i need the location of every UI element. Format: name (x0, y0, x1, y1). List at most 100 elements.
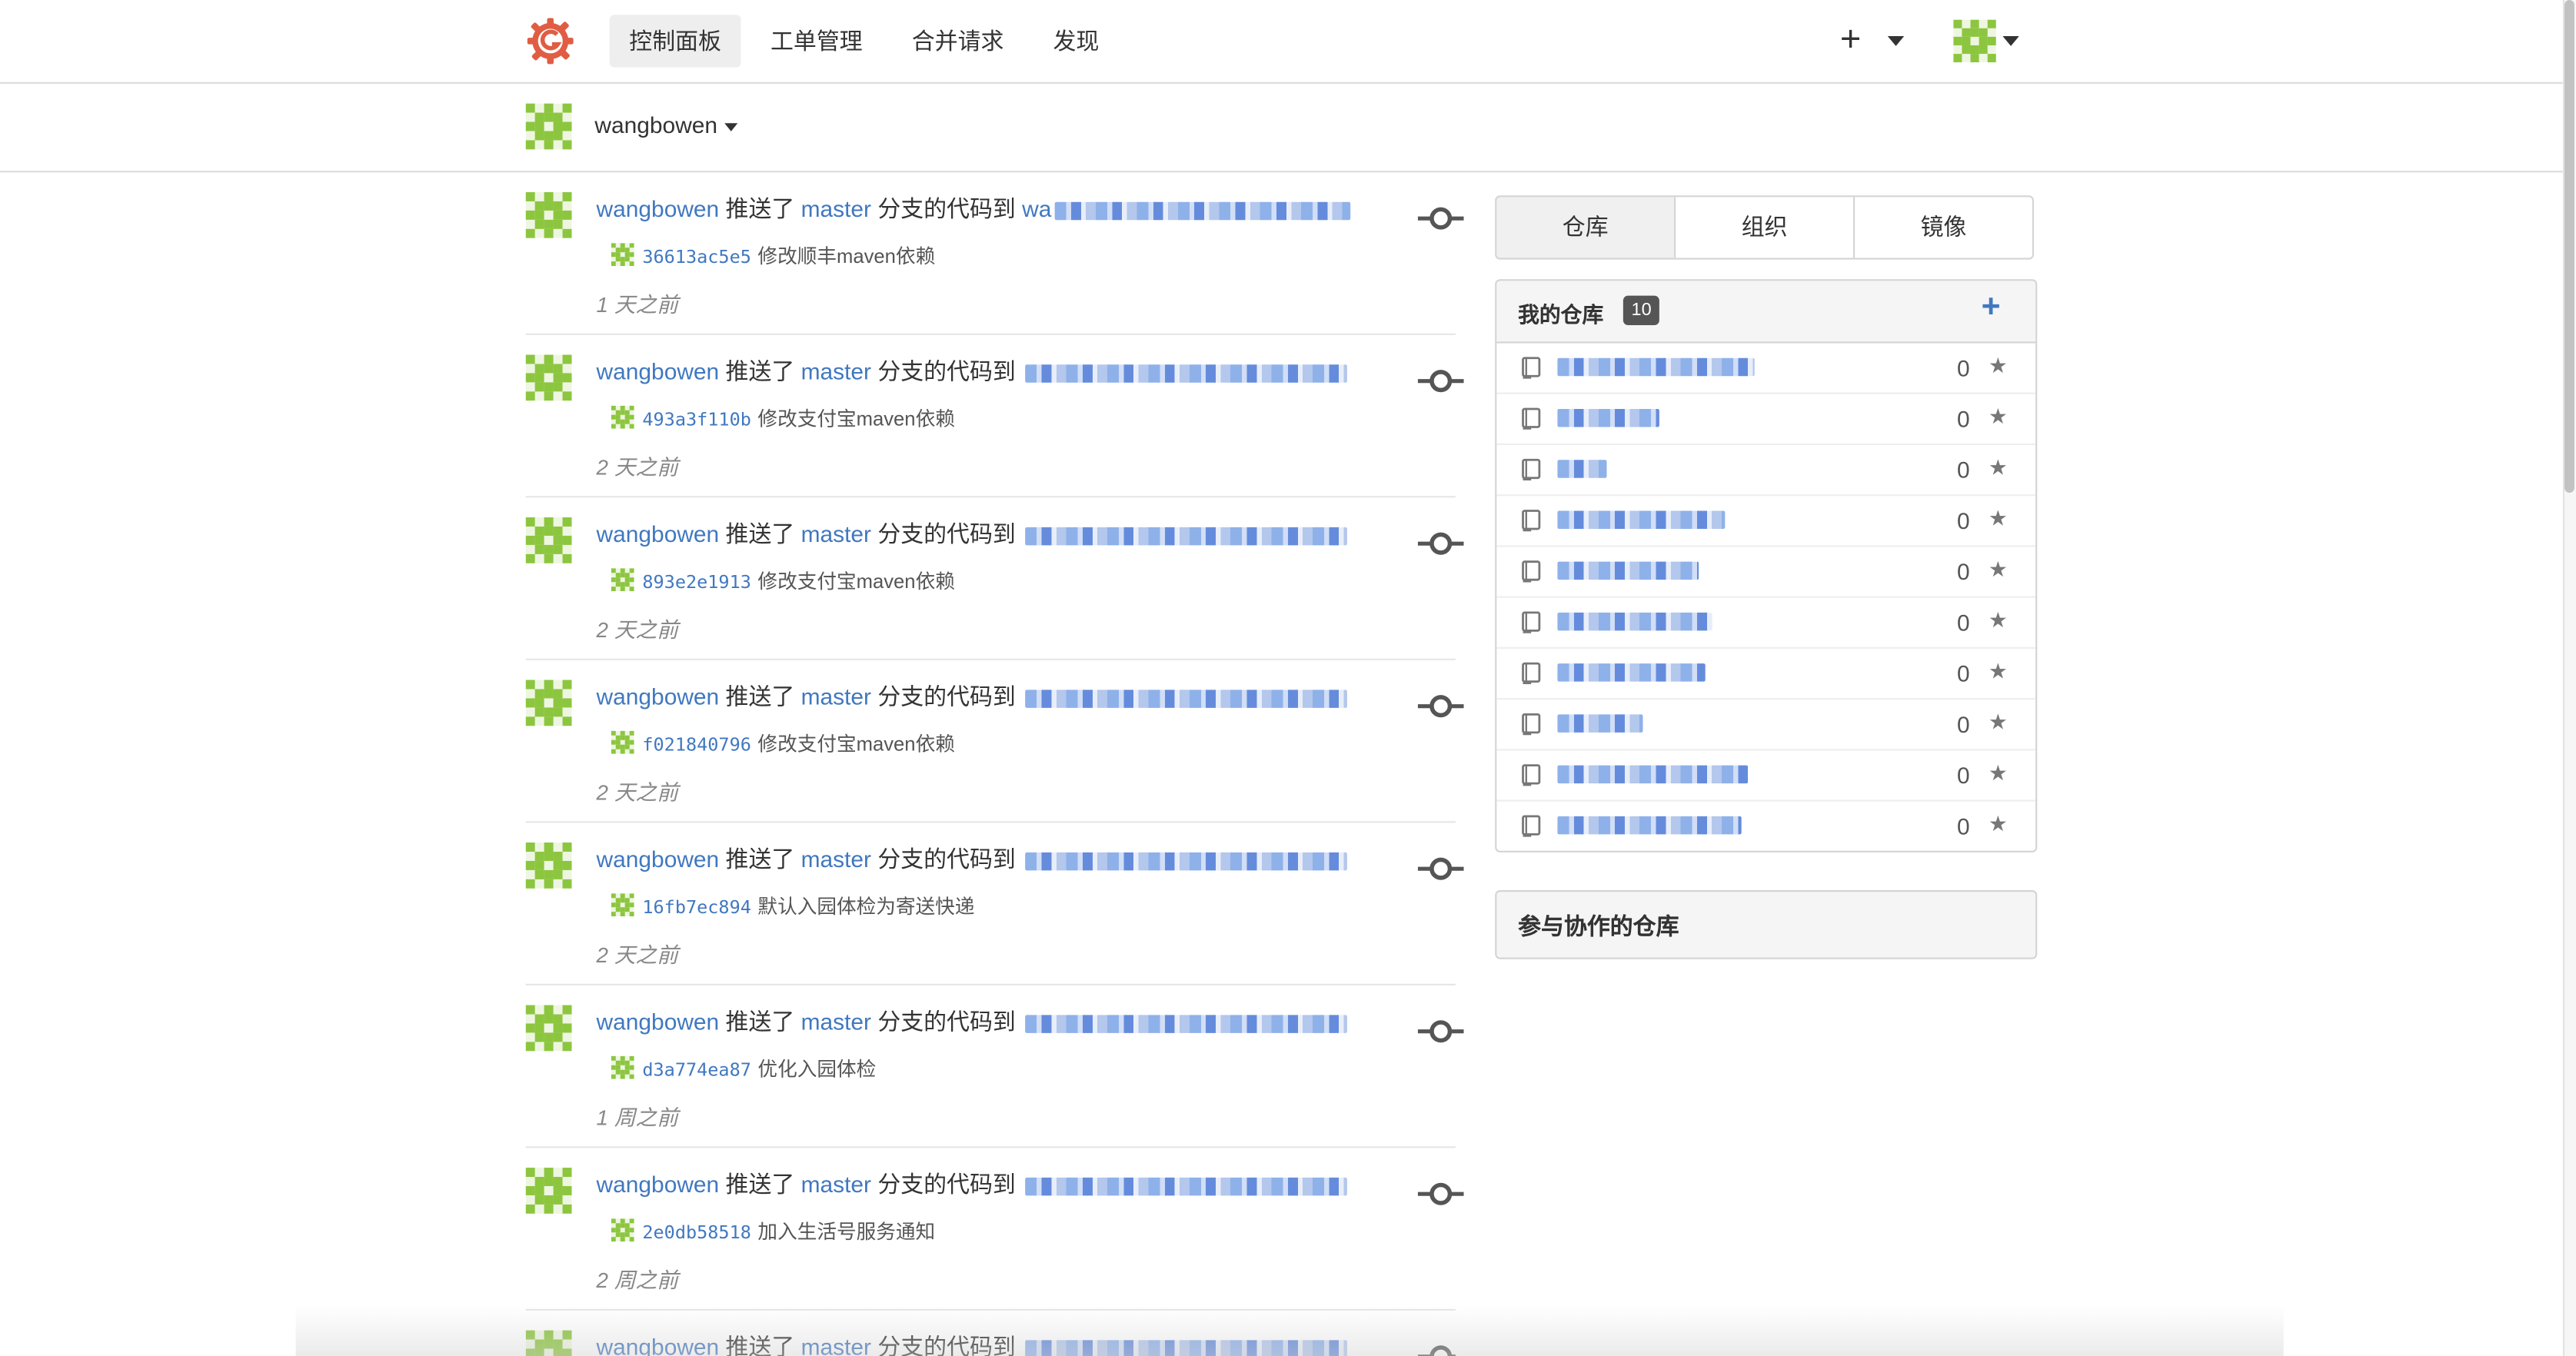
redacted-repo-name[interactable] (1025, 689, 1348, 708)
feed-item: wangbowen 推送了 master 分支的代码到 wa 36613ac5e5… (525, 172, 1464, 335)
tab-organizations[interactable]: 组织 (1674, 197, 1853, 258)
commit-author-avatar (611, 405, 634, 429)
feed-branch-link[interactable]: master (801, 1009, 871, 1035)
context-username[interactable]: wangbowen (594, 111, 717, 138)
feed-branch-link[interactable]: master (801, 195, 871, 221)
user-avatar[interactable] (525, 1168, 572, 1214)
feed-branch-link[interactable]: master (801, 683, 871, 710)
redacted-repo-name[interactable] (1557, 663, 1706, 682)
repo-list-item[interactable]: 0 ★ (1496, 649, 2036, 700)
repo-list-item[interactable]: 0 ★ (1496, 445, 2036, 497)
book-repo-icon (1522, 611, 1541, 633)
redacted-repo-name[interactable] (1557, 765, 1749, 784)
redacted-repo-name[interactable] (1557, 357, 1755, 377)
user-avatar[interactable] (525, 354, 572, 401)
repo-list-item[interactable]: 0 ★ (1496, 598, 2036, 649)
user-avatar[interactable] (525, 517, 572, 563)
repo-star-count: 0 (1957, 660, 1970, 687)
commit-line: 493a3f110b 修改支付宝maven依赖 (611, 404, 955, 432)
context-avatar[interactable] (525, 103, 572, 150)
star-icon: ★ (1988, 506, 2008, 531)
user-avatar[interactable] (525, 1330, 572, 1356)
redacted-repo-name[interactable] (1025, 364, 1348, 383)
repo-list-item[interactable]: 0 ★ (1496, 394, 2036, 445)
commit-author-avatar (611, 893, 634, 917)
feed-branch-link[interactable]: master (801, 846, 871, 872)
scrollbar-thumb[interactable] (2564, 0, 2574, 493)
feed-branch-link[interactable]: master (801, 520, 871, 547)
commit-sha-link[interactable]: f021840796 (642, 734, 751, 756)
book-repo-icon (1522, 815, 1541, 837)
nav-explore[interactable]: 发现 (1033, 15, 1119, 67)
sidebar-tabs: 仓库 组织 镜像 (1495, 195, 2034, 260)
tab-mirrors[interactable]: 镜像 (1852, 197, 2032, 258)
user-avatar[interactable] (525, 191, 572, 238)
redacted-repo-name[interactable] (1557, 408, 1659, 427)
gogs-logo-icon[interactable] (526, 16, 575, 65)
redacted-repo-name[interactable] (1054, 201, 1351, 220)
panel-title: 我的仓库 (1518, 302, 1604, 327)
commit-sha-link[interactable]: 893e2e1913 (642, 572, 751, 593)
redacted-repo-name[interactable] (1025, 852, 1348, 870)
feed-branch-link[interactable]: master (801, 1171, 871, 1197)
redacted-repo-name[interactable] (1025, 527, 1348, 545)
feed-branch-link[interactable]: master (801, 358, 871, 384)
chevron-down-icon[interactable] (2002, 36, 2019, 46)
feed-branch-link[interactable]: master (801, 1334, 871, 1356)
commit-message: 修改支付宝maven依赖 (757, 732, 955, 756)
feed-action-text: 推送了 (725, 1333, 795, 1356)
commit-author-avatar (611, 1218, 634, 1242)
user-avatar[interactable] (525, 680, 572, 726)
repo-list-item[interactable]: 0 ★ (1496, 547, 2036, 598)
feed-user-link[interactable]: wangbowen (597, 846, 720, 872)
repo-list-item[interactable]: 0 ★ (1496, 344, 2036, 394)
feed-user-link[interactable]: wangbowen (597, 520, 720, 547)
redacted-repo-name[interactable] (1025, 1014, 1348, 1033)
git-commit-icon (1417, 532, 1464, 555)
feed-action-line: wangbowen 推送了 master 分支的代码到 (597, 1005, 1348, 1039)
commit-message: 修改支付宝maven依赖 (757, 570, 955, 593)
feed-user-link[interactable]: wangbowen (597, 1171, 720, 1197)
commit-sha-link[interactable]: 16fb7ec894 (642, 897, 751, 919)
nav-dashboard[interactable]: 控制面板 (609, 15, 741, 68)
repo-list-item[interactable]: 0 ★ (1496, 496, 2036, 547)
feed-user-link[interactable]: wangbowen (597, 1009, 720, 1035)
redacted-repo-name[interactable] (1557, 460, 1607, 478)
feed-user-link[interactable]: wangbowen (597, 683, 720, 710)
user-avatar[interactable] (525, 1005, 572, 1052)
repo-list-item[interactable]: 0 ★ (1496, 802, 2035, 851)
user-avatar[interactable] (1953, 19, 1996, 63)
redacted-repo-name[interactable] (1557, 510, 1726, 529)
git-commit-icon (1417, 1020, 1464, 1043)
commit-sha-link[interactable]: d3a774ea87 (642, 1059, 751, 1081)
redacted-repo-name[interactable] (1025, 1177, 1348, 1195)
redacted-repo-name[interactable] (1557, 816, 1742, 835)
redacted-repo-name[interactable] (1557, 561, 1699, 580)
commit-sha-link[interactable]: 36613ac5e5 (642, 246, 751, 268)
create-new-button[interactable]: + (1840, 19, 1861, 59)
repo-list-item[interactable]: 0 ★ (1496, 750, 2036, 802)
new-repo-button[interactable]: + (1982, 289, 2001, 327)
book-repo-icon (1522, 407, 1541, 430)
feed-user-link[interactable]: wangbowen (597, 195, 720, 221)
redacted-repo-name[interactable] (1557, 714, 1643, 733)
nav-pull-requests[interactable]: 合并请求 (892, 15, 1023, 67)
repo-star-count: 0 (1957, 456, 1970, 484)
nav-issues[interactable]: 工单管理 (751, 15, 882, 67)
user-avatar[interactable] (525, 843, 572, 889)
tab-repositories[interactable]: 仓库 (1496, 197, 1675, 258)
feed-user-link[interactable]: wangbowen (597, 1334, 720, 1356)
star-icon: ★ (1988, 607, 2008, 633)
chevron-down-icon[interactable] (724, 123, 738, 131)
redacted-repo-name[interactable] (1557, 612, 1712, 631)
feed-repo-link[interactable]: wa (1022, 195, 1051, 221)
git-commit-icon (1417, 1345, 1456, 1356)
book-repo-icon (1522, 458, 1541, 481)
commit-sha-link[interactable]: 2e0db58518 (642, 1222, 751, 1244)
repo-list-item[interactable]: 0 ★ (1496, 700, 2036, 751)
feed-timestamp: 2 天之前 (596, 779, 679, 805)
redacted-repo-name[interactable] (1025, 1339, 1348, 1356)
commit-sha-link[interactable]: 493a3f110b (642, 409, 751, 430)
chevron-down-icon[interactable] (1887, 36, 1905, 46)
feed-user-link[interactable]: wangbowen (597, 358, 720, 384)
